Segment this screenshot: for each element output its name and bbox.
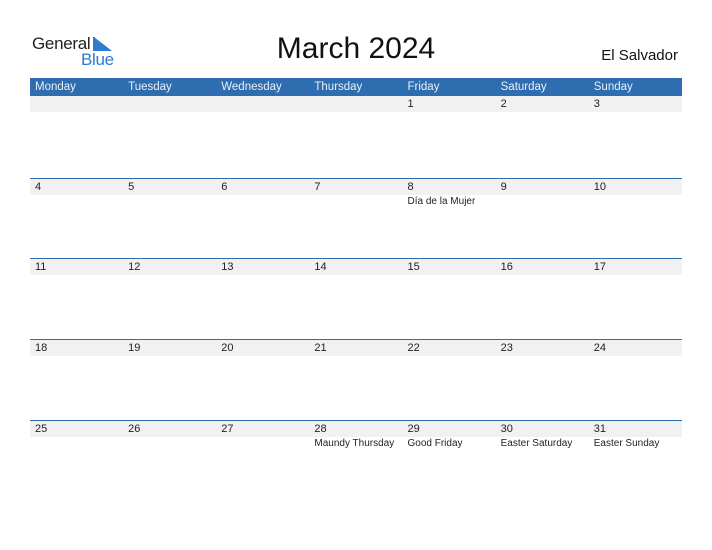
- day-cell: 20: [216, 340, 309, 356]
- day-cell: 31 Easter Sunday: [589, 421, 682, 451]
- day-cell: 2: [496, 96, 589, 112]
- day-cell: 16: [496, 259, 589, 275]
- day-number: 4: [35, 181, 42, 193]
- day-number: [221, 96, 309, 112]
- day-cell: 28 Maundy Thursday: [309, 421, 402, 451]
- weekday-wednesday: Wednesday: [221, 81, 282, 93]
- weekday-tuesday: Tuesday: [128, 81, 172, 93]
- day-number: 21: [314, 342, 327, 354]
- day-cell: 23: [496, 340, 589, 356]
- day-number: 15: [407, 261, 420, 273]
- day-number: 11: [35, 261, 47, 273]
- day-number: 17: [593, 261, 606, 273]
- day-number: 10: [593, 181, 606, 193]
- weekday-sunday: Sunday: [593, 81, 633, 93]
- weekday-monday: Monday: [35, 81, 76, 93]
- day-number: 9: [500, 181, 507, 193]
- day-number: 30: [500, 423, 513, 435]
- holiday-label: Easter Saturday: [500, 438, 573, 449]
- day-number: 28: [314, 423, 327, 435]
- day-cell: 14: [309, 259, 402, 275]
- day-cell: 27: [216, 421, 309, 451]
- day-number: 5: [128, 181, 135, 193]
- day-cell: 15: [403, 259, 496, 275]
- day-number: 18: [35, 342, 48, 354]
- day-cell: 6: [216, 179, 309, 209]
- country-name: El Salvador: [601, 47, 678, 64]
- day-number: 22: [407, 342, 420, 354]
- day-cell: 30 Easter Saturday: [496, 421, 589, 451]
- day-cell: [123, 96, 216, 112]
- day-cell: 4: [30, 179, 123, 209]
- day-cell: 25: [30, 421, 123, 451]
- day-number: 23: [500, 342, 513, 354]
- weekday-friday: Friday: [407, 81, 440, 93]
- day-cell: 7: [309, 179, 402, 209]
- day-cell: 5: [123, 179, 216, 209]
- day-number: 7: [314, 181, 321, 193]
- day-number: 27: [221, 423, 234, 435]
- day-cell: 19: [123, 340, 216, 356]
- day-number: 2: [500, 98, 507, 110]
- day-number: [35, 96, 123, 112]
- day-number: 29: [407, 423, 420, 435]
- day-cell: 29 Good Friday: [403, 421, 496, 451]
- weekday-header: Monday Tuesday Wednesday Thursday Friday Satu…: [30, 78, 682, 96]
- week-row: 18 19 20 21 22 23 24: [30, 339, 682, 421]
- day-cell: 17: [589, 259, 682, 275]
- day-cell: 26: [123, 421, 216, 451]
- day-cell: 24: [589, 340, 682, 356]
- day-number: 6: [221, 181, 228, 193]
- day-cell: 11: [30, 259, 123, 275]
- day-cell: 12: [123, 259, 216, 275]
- day-cell: [216, 96, 309, 112]
- day-number: 1: [407, 98, 414, 110]
- day-cell: 3: [589, 96, 682, 112]
- day-number: 26: [128, 423, 141, 435]
- day-number: 14: [314, 261, 327, 273]
- day-number: 3: [593, 98, 600, 110]
- day-number: 8: [407, 181, 414, 193]
- day-cell: [309, 96, 402, 112]
- week-row: 11 12 13 14 15 16 17: [30, 258, 682, 340]
- day-cell: 18: [30, 340, 123, 356]
- day-cell: 22: [403, 340, 496, 356]
- day-number: [314, 96, 402, 112]
- day-cell: 8 Día de la Mujer: [403, 179, 496, 209]
- day-cell: 13: [216, 259, 309, 275]
- day-number: 12: [128, 261, 141, 273]
- day-cell: 1: [403, 96, 496, 112]
- day-number: 19: [128, 342, 141, 354]
- day-number: 25: [35, 423, 48, 435]
- day-cell: 9: [496, 179, 589, 209]
- week-row: 25 26 27 28 Maundy Thursday 29 Good Friday 30 Ea…: [30, 420, 682, 502]
- holiday-label: Easter Sunday: [593, 438, 660, 449]
- day-cell: [30, 96, 123, 112]
- week-row: 1 2 3: [30, 96, 682, 177]
- holiday-label: Good Friday: [407, 438, 463, 449]
- day-number: 31: [593, 423, 606, 435]
- day-number: 24: [593, 342, 606, 354]
- day-number: [128, 96, 216, 112]
- week-row: 4 5 6 7 8 Día de la Mujer 9 10: [30, 178, 682, 260]
- holiday-label: Maundy Thursday: [314, 438, 395, 449]
- day-cell: 21: [309, 340, 402, 356]
- weekday-thursday: Thursday: [314, 81, 363, 93]
- holiday-label: Día de la Mujer: [407, 196, 476, 207]
- day-number: 16: [500, 261, 513, 273]
- weekday-saturday: Saturday: [500, 81, 547, 93]
- day-cell: 10: [589, 179, 682, 209]
- day-number: 13: [221, 261, 234, 273]
- day-number: 20: [221, 342, 234, 354]
